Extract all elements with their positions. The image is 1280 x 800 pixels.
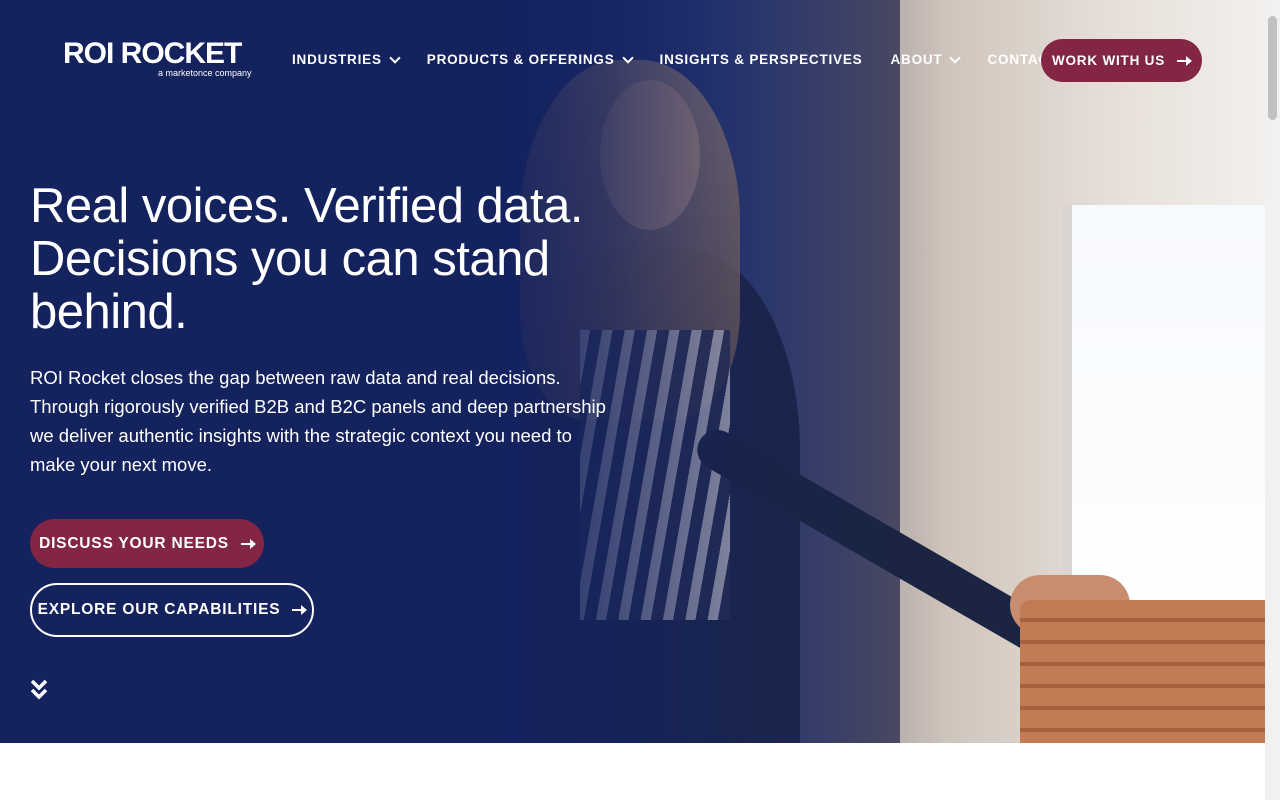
arrow-right-icon (292, 605, 308, 615)
logo-tagline: a marketonce company (158, 68, 252, 78)
nav-item-industries[interactable]: INDUSTRIES (292, 51, 401, 67)
nav-item-insights-perspectives[interactable]: INSIGHTS & PERSPECTIVES (660, 52, 863, 67)
nav-item-label: PRODUCTS & OFFERINGS (426, 52, 615, 67)
discuss-button-label: DISCUSS YOUR NEEDS (39, 534, 229, 552)
chevron-down-icon (621, 51, 634, 64)
hero-section: ROI ROCKET a marketonce company INDUSTRI… (0, 0, 1265, 743)
hero-lead-text: ROI Rocket closes the gap between raw da… (30, 367, 606, 475)
nav-item-label: INSIGHTS & PERSPECTIVES (659, 52, 863, 67)
site-logo[interactable]: ROI ROCKET a marketonce company (63, 37, 252, 79)
double-chevron-down-icon[interactable] (30, 678, 48, 702)
explore-button-label: EXPLORE OUR CAPABILITIES (37, 601, 281, 618)
nav-item-label: INDUSTRIES (292, 52, 382, 67)
page-scrollbar[interactable] (1265, 0, 1280, 800)
hero-headline: Real voices. Verified data. Decisions yo… (30, 179, 584, 339)
explore-capabilities-button[interactable]: EXPLORE OUR CAPABILITIES (30, 583, 314, 637)
work-with-us-label: WORK WITH US (1051, 53, 1166, 68)
discuss-your-needs-button[interactable]: DISCUSS YOUR NEEDS (30, 519, 264, 568)
scrollbar-thumb[interactable] (1268, 16, 1277, 120)
nav-item-products-offerings[interactable]: PRODUCTS & OFFERINGS (426, 51, 634, 67)
main-nav: INDUSTRIES PRODUCTS & OFFERINGS INSIGHTS… (292, 51, 1111, 67)
chevron-down-icon (389, 51, 401, 64)
chevron-down-icon (949, 51, 962, 64)
nav-item-label: ABOUT (890, 52, 943, 67)
logo-wordmark: ROI ROCKET (63, 37, 242, 70)
arrow-right-icon (1177, 55, 1193, 66)
nav-item-about[interactable]: ABOUT (890, 51, 962, 67)
arrow-right-icon (240, 538, 256, 549)
work-with-us-button[interactable]: WORK WITH US (1041, 39, 1202, 82)
